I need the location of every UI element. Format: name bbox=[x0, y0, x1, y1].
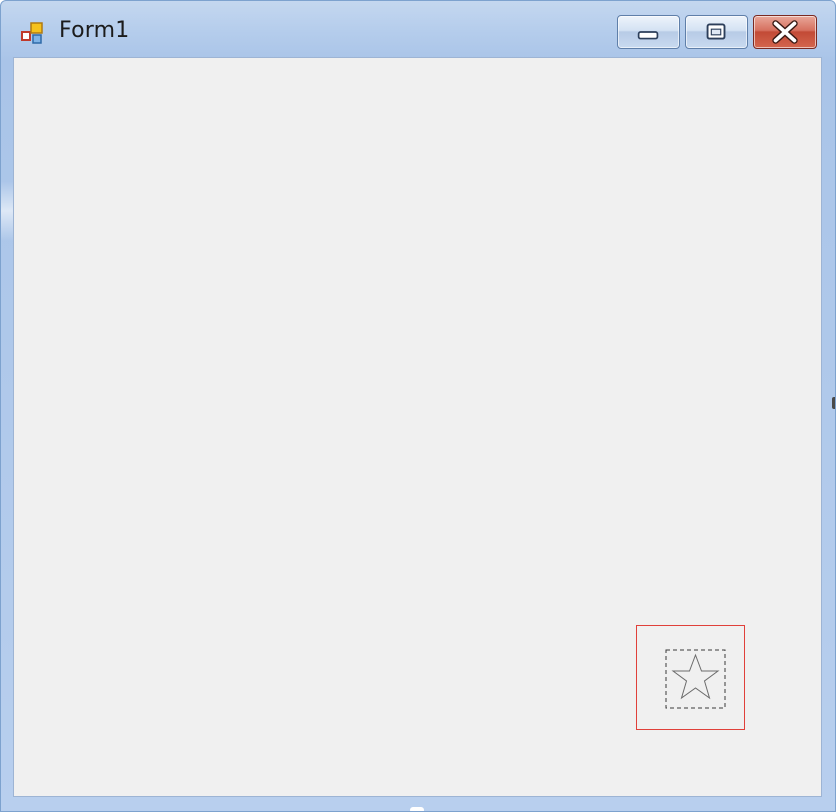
window-title: Form1 bbox=[59, 18, 130, 43]
title-bar[interactable]: Form1 bbox=[1, 1, 835, 57]
window-frame-highlight bbox=[1, 181, 13, 241]
right-resize-handle[interactable] bbox=[832, 397, 835, 409]
maximize-button[interactable] bbox=[685, 15, 748, 49]
app-icon[interactable] bbox=[21, 21, 47, 47]
close-icon bbox=[772, 20, 798, 44]
star-image bbox=[665, 649, 726, 709]
bottom-resize-handle[interactable] bbox=[410, 807, 424, 811]
close-button[interactable] bbox=[753, 15, 817, 49]
minimize-button[interactable] bbox=[617, 15, 680, 49]
minimize-icon bbox=[637, 31, 659, 40]
star-outline-icon bbox=[665, 649, 726, 709]
maximize-icon bbox=[706, 23, 726, 40]
form-client-area[interactable] bbox=[13, 57, 822, 797]
form-window: Form1 bbox=[0, 0, 836, 812]
